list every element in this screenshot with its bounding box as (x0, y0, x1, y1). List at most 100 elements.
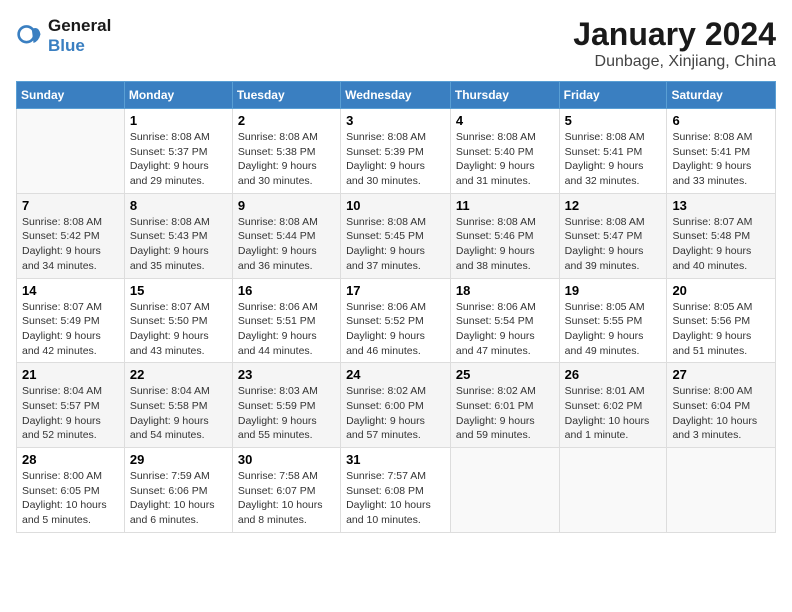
calendar-cell: 14 Sunrise: 8:07 AMSunset: 5:49 PMDaylig… (17, 278, 125, 363)
day-info: Sunrise: 8:08 AMSunset: 5:40 PMDaylight:… (456, 130, 554, 189)
calendar-cell: 6 Sunrise: 8:08 AMSunset: 5:41 PMDayligh… (667, 109, 776, 194)
calendar-cell (450, 448, 559, 533)
calendar-cell: 22 Sunrise: 8:04 AMSunset: 5:58 PMDaylig… (124, 363, 232, 448)
day-info: Sunrise: 8:07 AMSunset: 5:48 PMDaylight:… (672, 215, 770, 274)
day-info: Sunrise: 8:05 AMSunset: 5:56 PMDaylight:… (672, 300, 770, 359)
calendar-cell: 17 Sunrise: 8:06 AMSunset: 5:52 PMDaylig… (341, 278, 451, 363)
calendar-cell: 21 Sunrise: 8:04 AMSunset: 5:57 PMDaylig… (17, 363, 125, 448)
day-number: 10 (346, 198, 445, 213)
week-row-5: 28 Sunrise: 8:00 AMSunset: 6:05 PMDaylig… (17, 448, 776, 533)
day-number: 4 (456, 113, 554, 128)
day-number: 24 (346, 367, 445, 382)
week-row-1: 1 Sunrise: 8:08 AMSunset: 5:37 PMDayligh… (17, 109, 776, 194)
calendar-cell: 26 Sunrise: 8:01 AMSunset: 6:02 PMDaylig… (559, 363, 667, 448)
logo: General Blue (16, 16, 111, 56)
day-number: 16 (238, 283, 335, 298)
day-info: Sunrise: 8:02 AMSunset: 6:01 PMDaylight:… (456, 384, 554, 443)
calendar-cell: 4 Sunrise: 8:08 AMSunset: 5:40 PMDayligh… (450, 109, 559, 194)
day-number: 26 (565, 367, 662, 382)
calendar-cell: 31 Sunrise: 7:57 AMSunset: 6:08 PMDaylig… (341, 448, 451, 533)
header-wednesday: Wednesday (341, 82, 451, 109)
day-number: 17 (346, 283, 445, 298)
day-info: Sunrise: 8:03 AMSunset: 5:59 PMDaylight:… (238, 384, 335, 443)
calendar-cell: 30 Sunrise: 7:58 AMSunset: 6:07 PMDaylig… (232, 448, 340, 533)
day-number: 21 (22, 367, 119, 382)
day-info: Sunrise: 8:07 AMSunset: 5:49 PMDaylight:… (22, 300, 119, 359)
calendar-cell: 2 Sunrise: 8:08 AMSunset: 5:38 PMDayligh… (232, 109, 340, 194)
day-number: 2 (238, 113, 335, 128)
day-info: Sunrise: 8:02 AMSunset: 6:00 PMDaylight:… (346, 384, 445, 443)
week-row-2: 7 Sunrise: 8:08 AMSunset: 5:42 PMDayligh… (17, 193, 776, 278)
calendar-cell: 3 Sunrise: 8:08 AMSunset: 5:39 PMDayligh… (341, 109, 451, 194)
day-info: Sunrise: 7:57 AMSunset: 6:08 PMDaylight:… (346, 469, 445, 528)
day-info: Sunrise: 8:00 AMSunset: 6:05 PMDaylight:… (22, 469, 119, 528)
logo-icon (16, 22, 44, 50)
day-number: 22 (130, 367, 227, 382)
day-info: Sunrise: 8:08 AMSunset: 5:46 PMDaylight:… (456, 215, 554, 274)
day-number: 31 (346, 452, 445, 467)
day-info: Sunrise: 8:08 AMSunset: 5:41 PMDaylight:… (565, 130, 662, 189)
calendar-cell: 28 Sunrise: 8:00 AMSunset: 6:05 PMDaylig… (17, 448, 125, 533)
logo-text: General Blue (48, 16, 111, 56)
week-row-4: 21 Sunrise: 8:04 AMSunset: 5:57 PMDaylig… (17, 363, 776, 448)
header-monday: Monday (124, 82, 232, 109)
day-info: Sunrise: 8:07 AMSunset: 5:50 PMDaylight:… (130, 300, 227, 359)
calendar-table: SundayMondayTuesdayWednesdayThursdayFrid… (16, 81, 776, 533)
day-number: 5 (565, 113, 662, 128)
header-friday: Friday (559, 82, 667, 109)
day-info: Sunrise: 8:08 AMSunset: 5:45 PMDaylight:… (346, 215, 445, 274)
day-number: 9 (238, 198, 335, 213)
day-info: Sunrise: 8:08 AMSunset: 5:47 PMDaylight:… (565, 215, 662, 274)
day-number: 7 (22, 198, 119, 213)
week-row-3: 14 Sunrise: 8:07 AMSunset: 5:49 PMDaylig… (17, 278, 776, 363)
day-number: 30 (238, 452, 335, 467)
day-number: 13 (672, 198, 770, 213)
title-block: January 2024 Dunbage, Xinjiang, China (573, 16, 776, 71)
header-sunday: Sunday (17, 82, 125, 109)
day-info: Sunrise: 8:08 AMSunset: 5:44 PMDaylight:… (238, 215, 335, 274)
calendar-cell: 18 Sunrise: 8:06 AMSunset: 5:54 PMDaylig… (450, 278, 559, 363)
calendar-cell (17, 109, 125, 194)
day-info: Sunrise: 8:05 AMSunset: 5:55 PMDaylight:… (565, 300, 662, 359)
calendar-cell: 29 Sunrise: 7:59 AMSunset: 6:06 PMDaylig… (124, 448, 232, 533)
header-tuesday: Tuesday (232, 82, 340, 109)
calendar-cell: 27 Sunrise: 8:00 AMSunset: 6:04 PMDaylig… (667, 363, 776, 448)
calendar-cell: 19 Sunrise: 8:05 AMSunset: 5:55 PMDaylig… (559, 278, 667, 363)
header-thursday: Thursday (450, 82, 559, 109)
day-info: Sunrise: 8:08 AMSunset: 5:43 PMDaylight:… (130, 215, 227, 274)
day-info: Sunrise: 8:08 AMSunset: 5:41 PMDaylight:… (672, 130, 770, 189)
calendar-cell: 8 Sunrise: 8:08 AMSunset: 5:43 PMDayligh… (124, 193, 232, 278)
day-number: 1 (130, 113, 227, 128)
calendar-title: January 2024 (573, 16, 776, 53)
day-number: 29 (130, 452, 227, 467)
page-header: General Blue January 2024 Dunbage, Xinji… (16, 16, 776, 71)
calendar-cell: 24 Sunrise: 8:02 AMSunset: 6:00 PMDaylig… (341, 363, 451, 448)
day-number: 28 (22, 452, 119, 467)
calendar-cell (559, 448, 667, 533)
calendar-cell: 20 Sunrise: 8:05 AMSunset: 5:56 PMDaylig… (667, 278, 776, 363)
calendar-cell: 7 Sunrise: 8:08 AMSunset: 5:42 PMDayligh… (17, 193, 125, 278)
day-number: 15 (130, 283, 227, 298)
day-number: 8 (130, 198, 227, 213)
day-number: 6 (672, 113, 770, 128)
header-saturday: Saturday (667, 82, 776, 109)
calendar-cell: 12 Sunrise: 8:08 AMSunset: 5:47 PMDaylig… (559, 193, 667, 278)
day-number: 18 (456, 283, 554, 298)
calendar-cell: 13 Sunrise: 8:07 AMSunset: 5:48 PMDaylig… (667, 193, 776, 278)
calendar-cell: 25 Sunrise: 8:02 AMSunset: 6:01 PMDaylig… (450, 363, 559, 448)
day-info: Sunrise: 8:08 AMSunset: 5:42 PMDaylight:… (22, 215, 119, 274)
day-number: 14 (22, 283, 119, 298)
day-info: Sunrise: 8:04 AMSunset: 5:58 PMDaylight:… (130, 384, 227, 443)
calendar-cell: 1 Sunrise: 8:08 AMSunset: 5:37 PMDayligh… (124, 109, 232, 194)
day-number: 3 (346, 113, 445, 128)
calendar-cell: 15 Sunrise: 8:07 AMSunset: 5:50 PMDaylig… (124, 278, 232, 363)
day-info: Sunrise: 8:06 AMSunset: 5:52 PMDaylight:… (346, 300, 445, 359)
day-info: Sunrise: 8:00 AMSunset: 6:04 PMDaylight:… (672, 384, 770, 443)
day-number: 12 (565, 198, 662, 213)
day-number: 11 (456, 198, 554, 213)
day-number: 19 (565, 283, 662, 298)
calendar-cell: 9 Sunrise: 8:08 AMSunset: 5:44 PMDayligh… (232, 193, 340, 278)
day-info: Sunrise: 8:06 AMSunset: 5:54 PMDaylight:… (456, 300, 554, 359)
day-info: Sunrise: 8:08 AMSunset: 5:38 PMDaylight:… (238, 130, 335, 189)
day-number: 20 (672, 283, 770, 298)
